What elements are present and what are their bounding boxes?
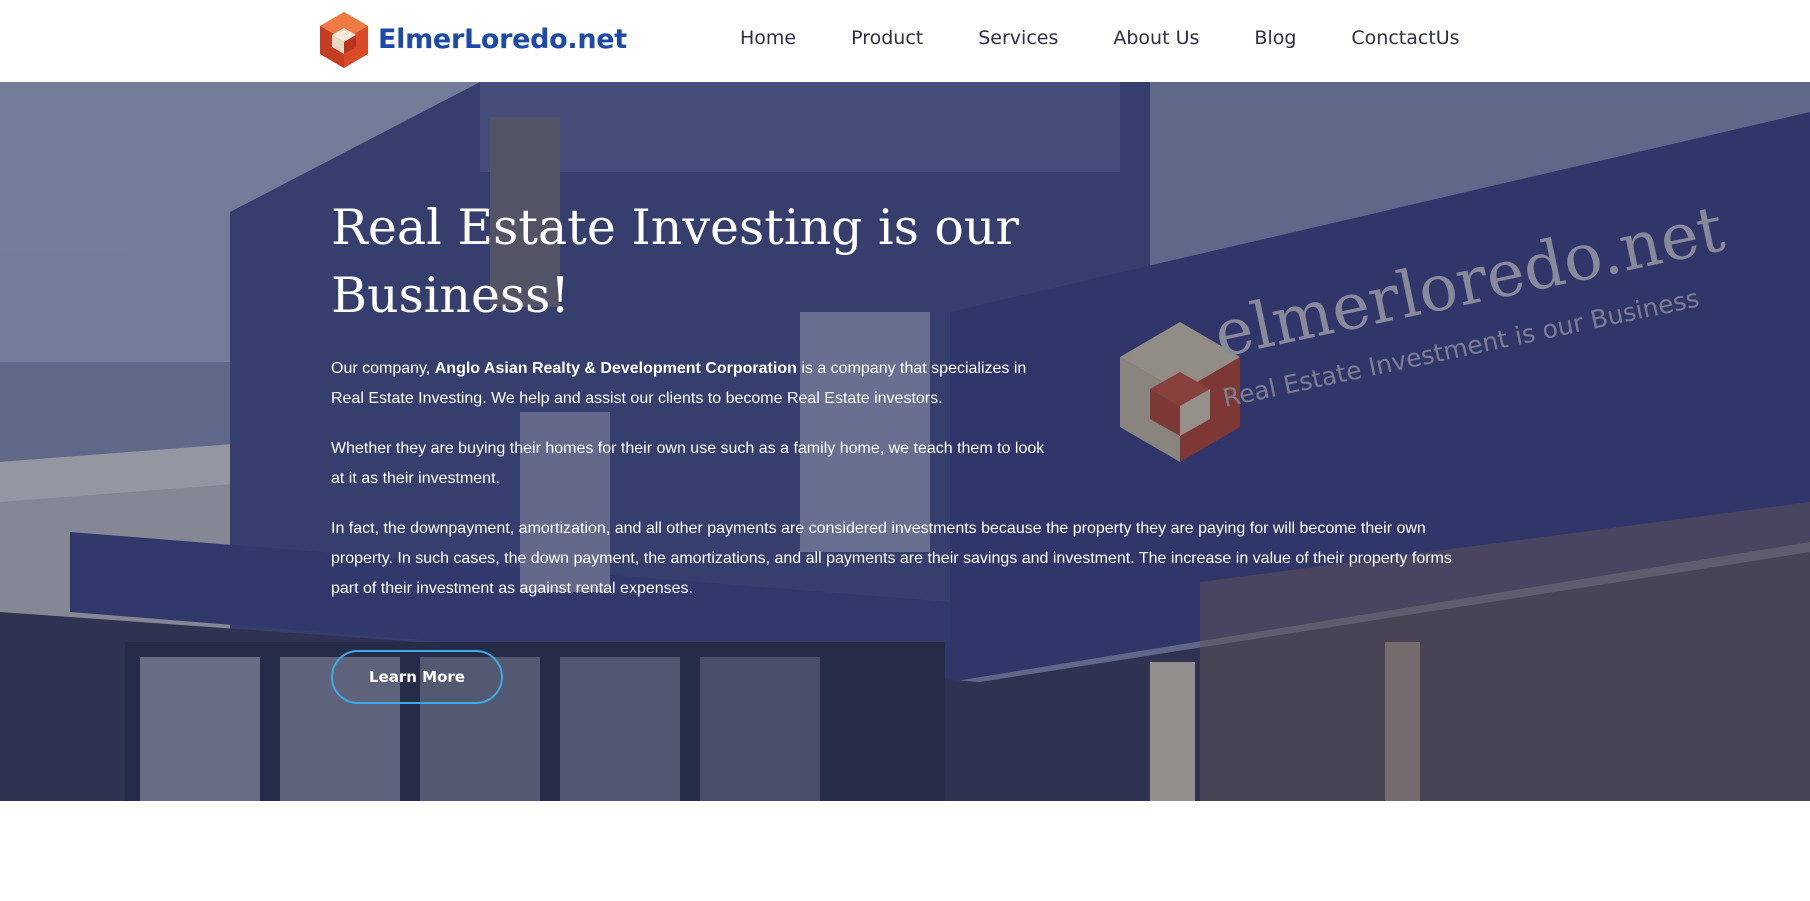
hero-title: Real Estate Investing is our Business! — [331, 199, 1019, 324]
main-nav: Home Product Services About Us Blog Conc… — [740, 0, 1460, 76]
hero-paragraph-3: In fact, the downpayment, amortization, … — [331, 520, 1452, 597]
learn-more-button[interactable]: Learn More — [331, 650, 503, 704]
nav-product[interactable]: Product — [851, 27, 923, 49]
hero-section: elmerloredo.net Real Estate Investment i… — [0, 82, 1810, 801]
p1-prefix: Our company, — [331, 360, 435, 377]
nav-services[interactable]: Services — [978, 27, 1058, 49]
logo-text: ElmerLoredo.net — [378, 23, 627, 55]
nav-blog[interactable]: Blog — [1254, 27, 1296, 49]
site-header: ElmerLoredo.net Home Product Services Ab… — [0, 0, 1810, 82]
hero-paragraph-2: Whether they are buying their homes for … — [331, 440, 1045, 487]
nav-home[interactable]: Home — [740, 27, 796, 49]
nav-contact-us[interactable]: ConctactUs — [1351, 27, 1459, 49]
hero-paragraph-1: Our company, Anglo Asian Realty & Develo… — [331, 354, 1051, 414]
site-logo[interactable]: ElmerLoredo.net — [318, 10, 627, 68]
hero-content: Real Estate Investing is our Business! O… — [331, 194, 1471, 604]
company-name: Anglo Asian Realty & Development Corpora… — [434, 360, 797, 377]
nav-about-us[interactable]: About Us — [1113, 27, 1199, 49]
logo-cube-icon — [320, 12, 368, 68]
